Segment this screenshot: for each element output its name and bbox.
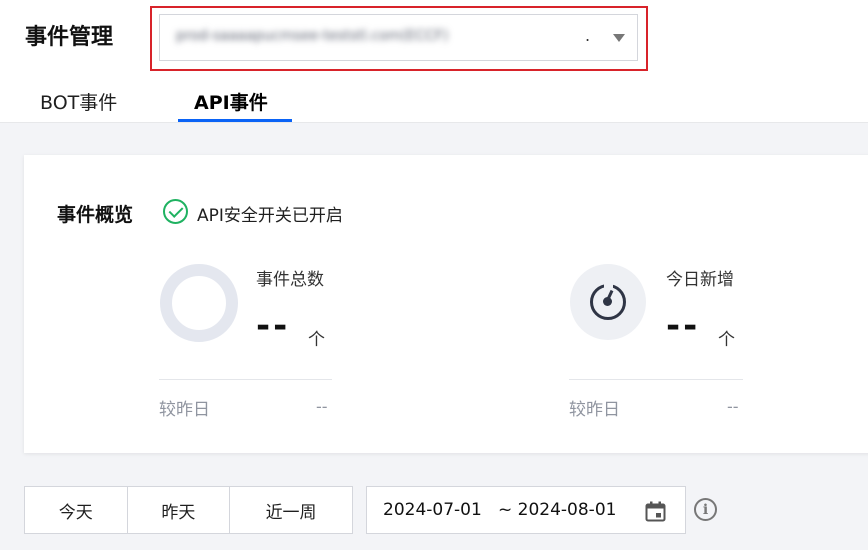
range-last-week-button[interactable]: 近一周 (230, 487, 352, 533)
event-overview-card: 事件概览 API安全开关已开启 事件总数 -- 个 较昨日 -- 今日新增 --… (24, 155, 868, 453)
total-events-value: -- (256, 306, 291, 346)
api-security-status: API安全开关已开启 (197, 206, 343, 226)
domain-select-suffix: . (585, 26, 591, 45)
new-today-value: -- (666, 306, 701, 346)
divider (569, 379, 743, 380)
check-circle-icon (163, 199, 188, 224)
date-range-value: 2024-07-01 ~ 2024-08-01 (383, 500, 617, 520)
overview-title: 事件概览 (57, 204, 134, 226)
domain-select-value: prod-saaaapucmsee-teststl.com(ECCF) (176, 28, 449, 44)
total-events-unit: 个 (308, 330, 325, 350)
new-today-label: 今日新增 (666, 270, 734, 290)
top-bar: 事件管理 prod-saaaapucmsee-teststl.com(ECCF)… (0, 0, 868, 123)
quick-range-group: 今天 昨天 近一周 (24, 486, 353, 534)
total-events-compare-label: 较昨日 (159, 400, 210, 420)
calendar-icon[interactable] (645, 501, 666, 522)
new-today-unit: 个 (718, 330, 735, 350)
total-events-label: 事件总数 (256, 270, 324, 290)
ring-chart-icon (160, 264, 238, 342)
range-yesterday-button[interactable]: 昨天 (128, 487, 231, 533)
chevron-down-icon[interactable] (613, 34, 625, 42)
divider (159, 379, 332, 380)
date-range-picker[interactable]: 2024-07-01 ~ 2024-08-01 (366, 486, 686, 534)
domain-select[interactable]: prod-saaaapucmsee-teststl.com(ECCF) . (159, 14, 638, 61)
page-title: 事件管理 (25, 25, 114, 50)
new-today-compare-label: 较昨日 (569, 400, 620, 420)
tab-api-events[interactable]: API事件 (194, 88, 268, 115)
tab-bot-events[interactable]: BOT事件 (40, 88, 117, 115)
new-today-compare-value: -- (727, 397, 739, 416)
active-tab-indicator (178, 119, 292, 122)
total-events-compare-value: -- (316, 397, 328, 416)
gauge-icon (570, 264, 646, 340)
domain-select-highlight: prod-saaaapucmsee-teststl.com(ECCF) . (150, 6, 648, 71)
range-today-button[interactable]: 今天 (25, 487, 128, 533)
info-icon[interactable]: i (694, 498, 717, 521)
